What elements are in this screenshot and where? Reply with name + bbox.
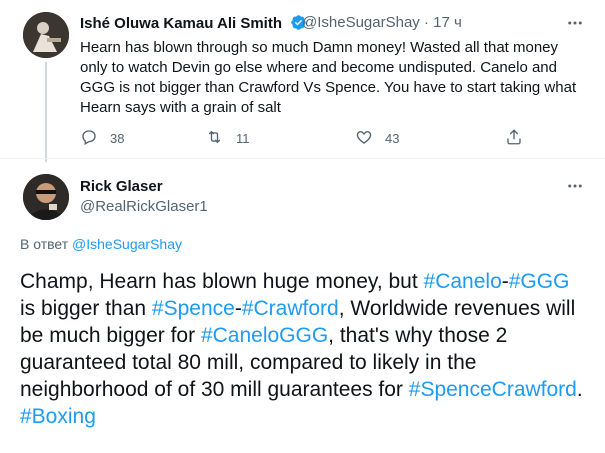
parent-author-avatar[interactable] (23, 12, 69, 58)
hashtag-link[interactable]: #Canelo (424, 270, 502, 293)
main-more-icon[interactable] (565, 176, 585, 196)
parent-author-name[interactable]: Ishé Oluwa Kamau Ali Smith (80, 14, 307, 35)
reply-count: 38 (110, 131, 125, 146)
like-count: 43 (385, 131, 400, 146)
reply-icon (80, 128, 98, 149)
share-button[interactable] (505, 128, 523, 149)
hashtag-link[interactable]: #CaneloGGG (201, 324, 328, 347)
hashtag-link[interactable]: #GGG (509, 270, 570, 293)
main-author-avatar[interactable] (23, 174, 69, 220)
tweet-text-segment: - (234, 297, 242, 320)
main-tweet-text: Champ, Hearn has blown huge money, but #… (20, 268, 590, 430)
reply-button[interactable]: 38 (80, 128, 124, 149)
replying-to: В ответ @IsheSugarShay (20, 236, 182, 252)
hashtag-link[interactable]: #SpenceCrawford (409, 378, 577, 401)
main-author-name[interactable]: Rick Glaser (80, 178, 163, 195)
main-author-handle[interactable]: @RealRickGlaser1 (80, 198, 208, 215)
parent-tweet-time[interactable]: 17 ч (433, 14, 462, 31)
hashtag-link[interactable]: #Boxing (20, 405, 96, 428)
parent-author-handle[interactable]: @IsheSugarShay (302, 14, 420, 31)
share-icon (505, 128, 523, 149)
retweet-count: 11 (236, 131, 250, 146)
thread-connector-line (45, 62, 47, 162)
parent-tweet-text: Hearn has blown through so much Damn mon… (80, 39, 577, 116)
retweet-button[interactable]: 11 (205, 128, 250, 149)
hashtag-link[interactable]: #Spence (152, 297, 235, 320)
tweet-text-segment: . (576, 378, 583, 401)
dot-separator: · (423, 14, 429, 31)
retweet-icon (205, 128, 224, 149)
tweet-text-segment: Champ, Hearn has blown huge money, but (20, 270, 424, 293)
replying-to-handle-link[interactable]: @IsheSugarShay (72, 236, 182, 252)
replying-to-prefix: В ответ (20, 236, 69, 252)
heart-icon (355, 128, 373, 149)
hashtag-link[interactable]: #Crawford (242, 297, 339, 320)
tweet-text-segment: is bigger than (20, 297, 152, 320)
like-button[interactable]: 43 (355, 128, 399, 149)
tweet-text-segment: - (501, 270, 509, 293)
parent-author-name-text: Ishé Oluwa Kamau Ali Smith (80, 15, 282, 32)
tweet-divider (0, 158, 605, 159)
more-icon[interactable] (565, 13, 585, 33)
